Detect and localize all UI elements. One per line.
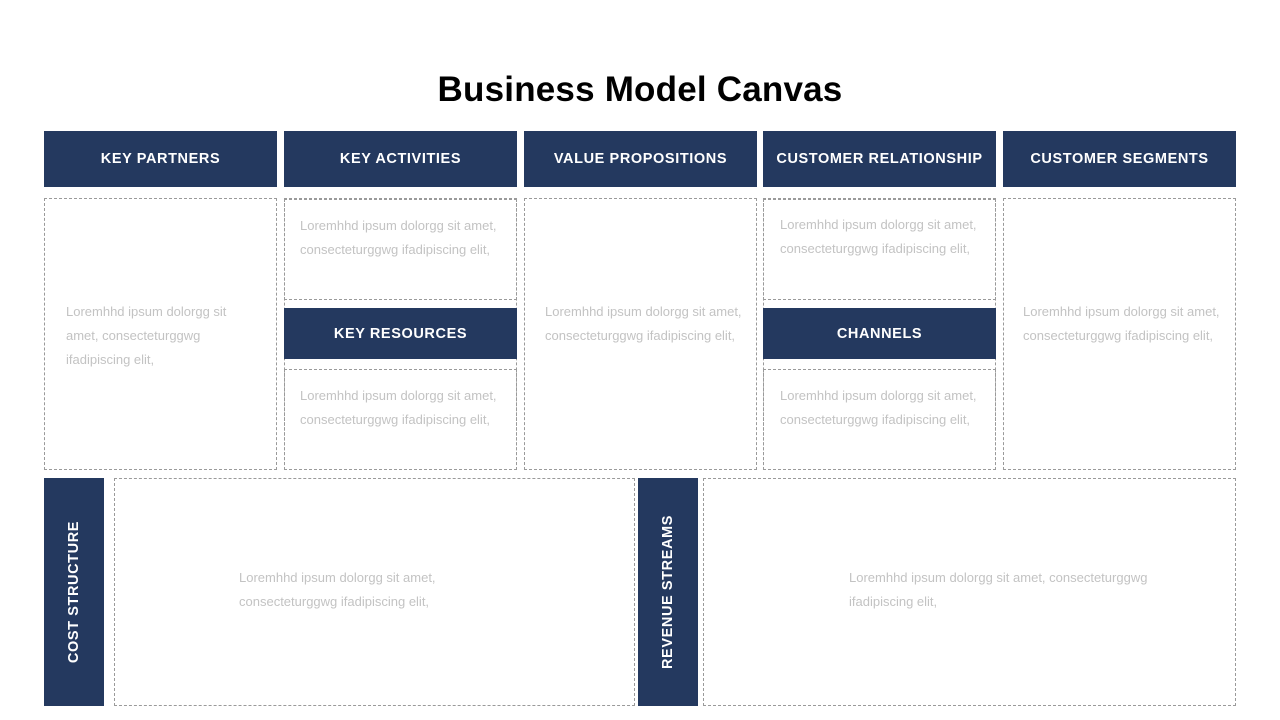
- key-partners-header[interactable]: KEY PARTNERS: [44, 131, 277, 187]
- key-partners-body: Loremhhd ipsum dolorgg sit amet, consect…: [66, 304, 227, 368]
- cost-structure-body: Loremhhd ipsum dolorgg sit amet, consect…: [239, 570, 436, 610]
- key-activities-body: Loremhhd ipsum dolorgg sit amet, consect…: [300, 218, 497, 258]
- customer-relationship-header[interactable]: CUSTOMER RELATIONSHIP: [763, 131, 996, 187]
- customer-relationship-body: Loremhhd ipsum dolorgg sit amet, consect…: [780, 217, 977, 257]
- key-resources-body: Loremhhd ipsum dolorgg sit amet, consect…: [300, 388, 497, 428]
- cost-structure-header-label: COST STRUCTURE: [66, 520, 82, 664]
- key-resources-header[interactable]: KEY RESOURCES: [284, 308, 517, 359]
- page-title: Business Model Canvas: [437, 70, 843, 109]
- value-propositions-header[interactable]: VALUE PROPOSITIONS: [524, 131, 757, 187]
- channels-body: Loremhhd ipsum dolorgg sit amet, consect…: [780, 388, 977, 428]
- value-propositions-body: Loremhhd ipsum dolorgg sit amet, consect…: [545, 304, 742, 344]
- revenue-streams-header-label: REVENUE STREAMS: [660, 514, 676, 670]
- customer-segments-header[interactable]: CUSTOMER SEGMENTS: [1003, 131, 1236, 187]
- key-activities-header[interactable]: KEY ACTIVITIES: [284, 131, 517, 187]
- revenue-streams-header[interactable]: REVENUE STREAMS: [638, 478, 698, 706]
- cost-structure-header[interactable]: COST STRUCTURE: [44, 478, 104, 706]
- customer-segments-body: Loremhhd ipsum dolorgg sit amet, consect…: [1023, 304, 1220, 344]
- channels-header[interactable]: CHANNELS: [763, 308, 996, 359]
- revenue-streams-body: Loremhhd ipsum dolorgg sit amet, consect…: [849, 570, 1148, 610]
